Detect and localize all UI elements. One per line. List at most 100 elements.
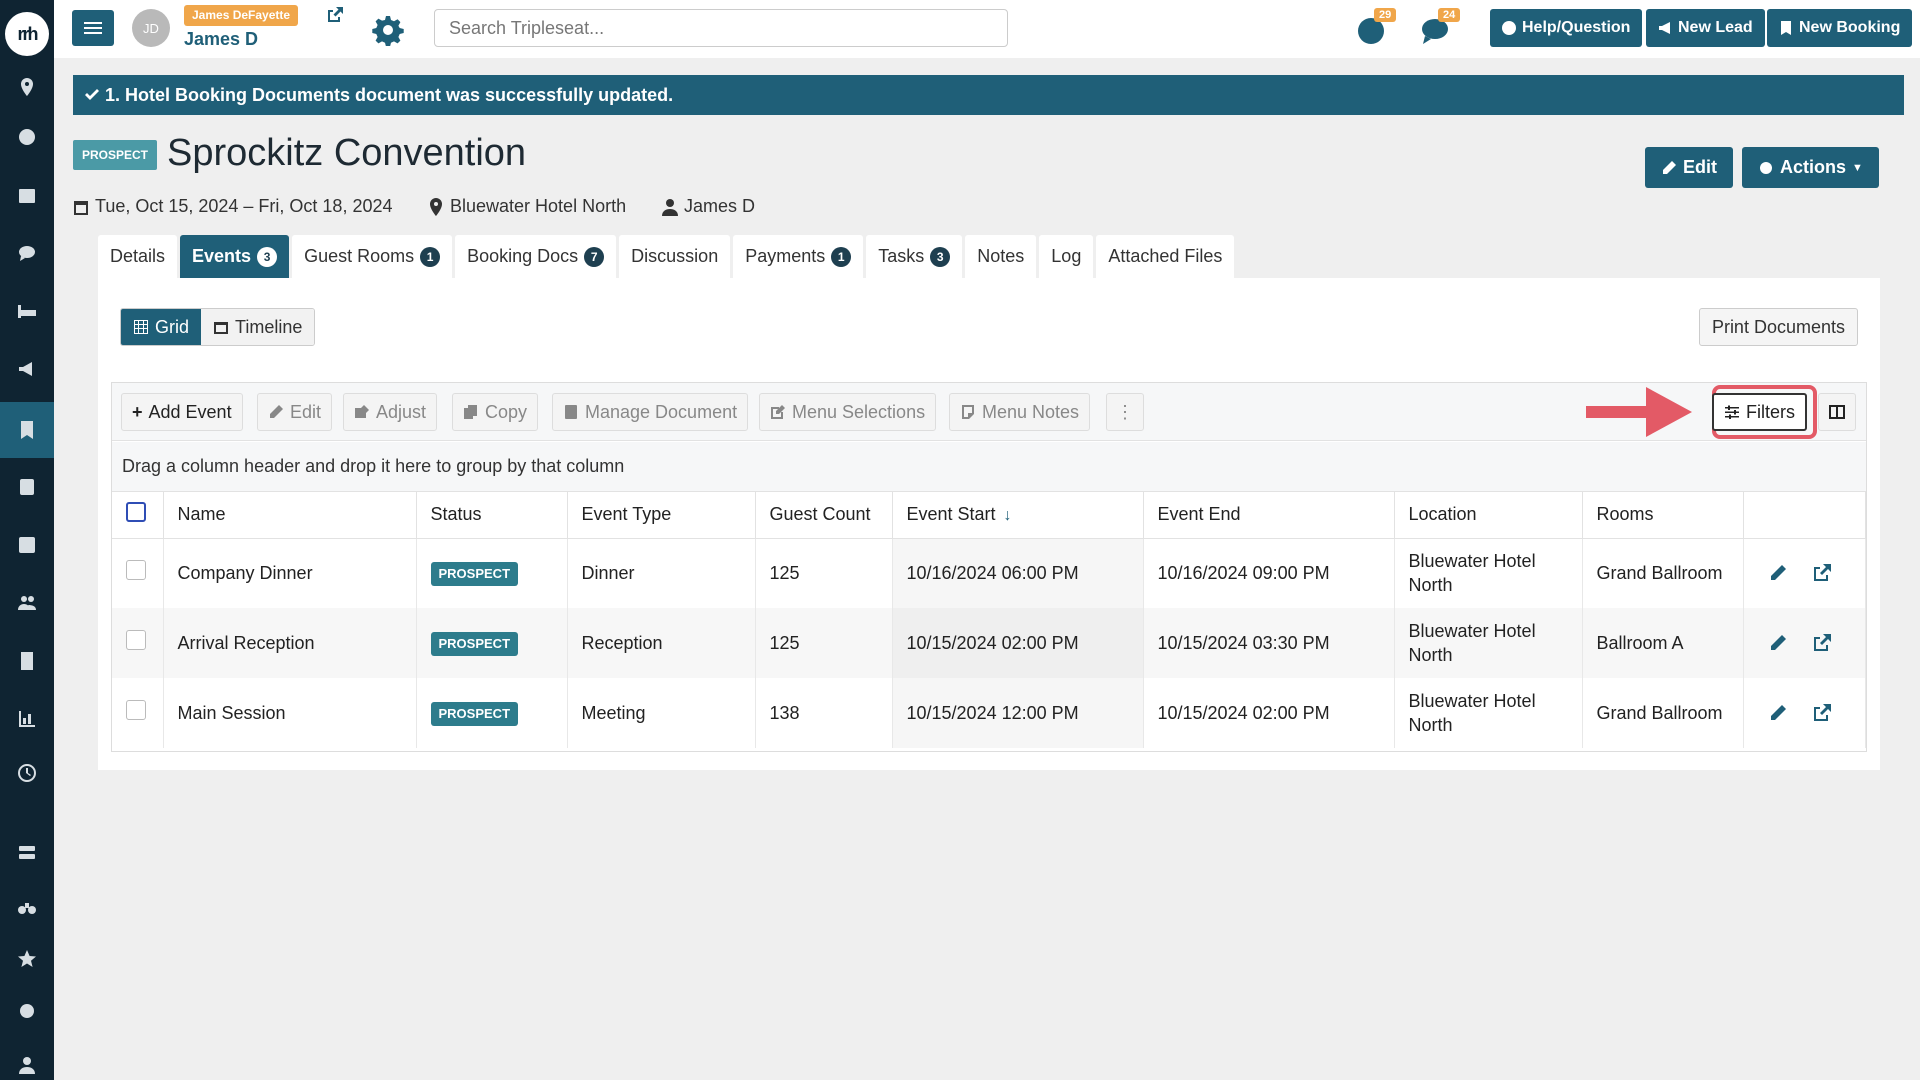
event-rooms: Grand Ballroom: [1582, 678, 1744, 748]
binoculars-icon[interactable]: [0, 882, 54, 932]
manage-document-button[interactable]: Manage Document: [552, 393, 749, 431]
more-options-button[interactable]: ⋮: [1106, 393, 1144, 431]
chat-icon[interactable]: [0, 228, 54, 278]
building-icon[interactable]: [0, 636, 54, 686]
checkbox-icon[interactable]: [0, 520, 54, 570]
select-all-header: [112, 492, 164, 539]
tab-guest-rooms[interactable]: Guest Rooms 1: [292, 235, 453, 278]
tab-events[interactable]: Events 3: [180, 235, 290, 278]
dashboard-icon[interactable]: [0, 112, 54, 162]
column-header-event-end[interactable]: Event End: [1143, 492, 1395, 539]
row-checkbox[interactable]: [126, 699, 146, 720]
chart-icon[interactable]: [0, 694, 54, 744]
table-row[interactable]: Arrival Reception PROSPECT Reception 125…: [112, 608, 1866, 678]
external-link-icon[interactable]: [1812, 633, 1832, 653]
external-link-icon[interactable]: [1812, 563, 1832, 583]
pencil-icon[interactable]: [1768, 703, 1788, 723]
bed-icon[interactable]: [0, 286, 54, 336]
column-header-event-type[interactable]: Event Type: [567, 492, 756, 539]
adjust-button[interactable]: Adjust: [343, 393, 438, 431]
row-checkbox[interactable]: [126, 560, 146, 581]
tripleseat-logo[interactable]: rrh: [5, 12, 49, 56]
megaphone-icon[interactable]: [0, 344, 54, 394]
external-link-icon[interactable]: [326, 6, 344, 24]
user-badge[interactable]: James DeFayette: [184, 5, 299, 26]
column-header-location[interactable]: Location: [1394, 492, 1583, 539]
document-icon[interactable]: [0, 462, 54, 512]
column-header-guest-count[interactable]: Guest Count: [755, 492, 893, 539]
menu-selections-button[interactable]: Menu Selections: [759, 393, 937, 431]
menu-toggle-button[interactable]: [72, 10, 114, 46]
settings-icon[interactable]: [0, 986, 54, 1036]
view-toggle: Grid Timeline: [120, 308, 316, 346]
column-header-name[interactable]: Name: [163, 492, 417, 539]
copy-button[interactable]: Copy: [452, 393, 539, 431]
event-end: 10/16/2024 09:00 PM: [1143, 538, 1395, 608]
calendar-icon[interactable]: [0, 170, 54, 220]
new-lead-button[interactable]: New Lead: [1646, 9, 1765, 47]
question-icon: [1502, 21, 1516, 35]
status-badge: PROSPECT: [430, 562, 519, 587]
tab-booking-docs[interactable]: Booking Docs 7: [455, 235, 617, 278]
notification-count: 29: [1374, 8, 1397, 22]
edit-booking-button[interactable]: Edit: [1645, 147, 1733, 188]
select-all-checkbox[interactable]: [126, 502, 146, 523]
edit-event-button[interactable]: Edit: [257, 393, 333, 431]
avatar[interactable]: JD: [132, 9, 170, 47]
timeline-view-button[interactable]: Timeline: [201, 309, 315, 345]
messages-notifications[interactable]: 24: [1420, 8, 1461, 46]
globe-notifications[interactable]: 29: [1356, 8, 1397, 46]
pencil-icon[interactable]: [1768, 633, 1788, 653]
bookmark-icon[interactable]: [0, 402, 54, 458]
tab-attached-files[interactable]: Attached Files: [1096, 235, 1235, 278]
tab-log[interactable]: Log: [1039, 235, 1094, 278]
user-icon: [662, 198, 678, 216]
events-panel: Grid Timeline Print Documents + Add Even…: [98, 278, 1880, 770]
events-table: Name Status Event Type Guest Count Event…: [112, 492, 1866, 748]
row-select-cell: [112, 678, 164, 748]
storage-icon[interactable]: [0, 828, 54, 878]
filters-button[interactable]: Filters: [1712, 393, 1807, 431]
help-button[interactable]: Help/Question: [1490, 9, 1643, 47]
tab-discussion[interactable]: Discussion: [619, 235, 731, 278]
column-header-rooms[interactable]: Rooms: [1582, 492, 1744, 539]
column-header-status[interactable]: Status: [416, 492, 568, 539]
users-icon[interactable]: [0, 578, 54, 628]
tab-payments[interactable]: Payments 1: [733, 235, 864, 278]
grid-view-button[interactable]: Grid: [121, 309, 202, 345]
new-booking-button[interactable]: New Booking: [1767, 9, 1913, 47]
table-row[interactable]: Company Dinner PROSPECT Dinner 125 10/16…: [112, 538, 1866, 608]
location-icon[interactable]: [0, 62, 54, 112]
search-input[interactable]: [434, 9, 1008, 47]
event-type: Dinner: [567, 538, 756, 608]
event-status-cell: PROSPECT: [416, 678, 568, 748]
table-row[interactable]: Main Session PROSPECT Meeting 138 10/15/…: [112, 678, 1866, 748]
tab-notes[interactable]: Notes: [965, 235, 1037, 278]
user-icon[interactable]: [0, 1040, 54, 1080]
actions-dropdown[interactable]: Actions ▼: [1742, 147, 1879, 188]
tab-tasks[interactable]: Tasks 3: [866, 235, 963, 278]
column-header-event-start[interactable]: Event Start ↓: [892, 492, 1144, 539]
pencil-icon[interactable]: [1768, 563, 1788, 583]
status-badge: PROSPECT: [430, 632, 519, 656]
user-name[interactable]: James D: [184, 29, 258, 50]
history-icon[interactable]: [0, 748, 54, 798]
add-event-button[interactable]: + Add Event: [121, 393, 243, 431]
status-badge: PROSPECT: [430, 702, 519, 726]
success-alert: 1. Hotel Booking Documents document was …: [73, 75, 1904, 115]
print-documents-button[interactable]: Print Documents: [1698, 308, 1858, 346]
star-icon[interactable]: [0, 934, 54, 984]
map-marker-icon: [430, 197, 442, 216]
event-type: Meeting: [567, 678, 756, 748]
gear-icon[interactable]: [372, 14, 404, 47]
columns-button[interactable]: [1818, 393, 1856, 431]
grid-toolbar: + Add Event Edit Adjust Copy Manage Docu…: [112, 383, 1866, 441]
pencil-icon: [1663, 160, 1676, 174]
tab-details[interactable]: Details: [98, 235, 178, 278]
menu-notes-button[interactable]: Menu Notes: [949, 393, 1091, 431]
message-count: 24: [1438, 8, 1461, 22]
row-checkbox[interactable]: [126, 629, 146, 650]
columns-icon: [1829, 405, 1845, 419]
page-title: Sprockitz Convention: [167, 132, 527, 174]
external-link-icon[interactable]: [1812, 703, 1832, 723]
